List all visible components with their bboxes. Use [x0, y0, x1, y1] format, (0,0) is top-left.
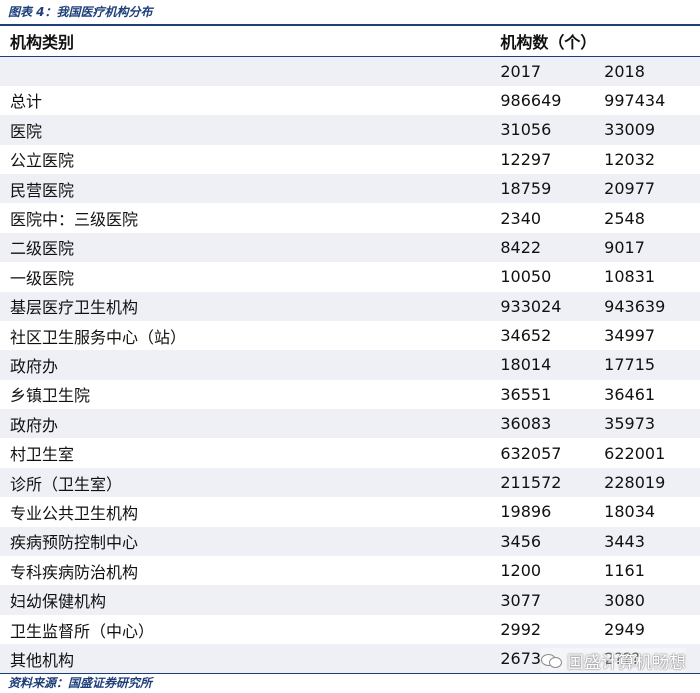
table-row: 总计 986649 997434: [0, 85, 700, 116]
row-value-2018: 35973: [598, 409, 700, 439]
row-value-2017: 3077: [496, 585, 599, 615]
row-value-2017: 3456: [496, 526, 599, 557]
row-value-2017: 34652: [496, 320, 599, 351]
table-row: 专业公共卫生机构 19896 18034: [0, 497, 700, 527]
row-label: 专科疾病防治机构: [0, 556, 497, 586]
table-row: 诊所（卫生室） 211572 228019: [0, 467, 700, 498]
row-value-2018: 3080: [598, 585, 700, 615]
year-2017: 2017: [496, 56, 599, 86]
institution-table: 机构类别 机构数（个） 2017 2018 总计 986649 997434 医院 31…: [0, 27, 700, 674]
row-value-2017: 18759: [496, 173, 599, 204]
row-value-2018: 1161: [598, 556, 700, 586]
row-value-2017: 19896: [496, 497, 599, 527]
row-value-2017: 2340: [496, 203, 599, 233]
figure-caption: 图表 4：我国医疗机构分布: [8, 5, 153, 19]
table-row: 医院 31056 33009: [0, 115, 700, 145]
row-label: 其他机构: [0, 644, 497, 674]
table-header-row: 机构类别 机构数（个）: [0, 27, 700, 57]
wechat-watermark: 国盛计算机畅想: [541, 648, 686, 673]
table-row: 二级医院 8422 9017: [0, 232, 700, 263]
row-value-2017: 12297: [496, 144, 599, 174]
row-value-2018: 33009: [598, 115, 700, 145]
row-label: 二级医院: [0, 232, 497, 263]
row-value-2017: 8422: [496, 232, 599, 263]
row-value-2018: 18034: [598, 497, 700, 527]
table-row: 乡镇卫生院 36551 36461: [0, 379, 700, 410]
row-value-2018: 228019: [598, 467, 700, 498]
row-value-2017: 2992: [496, 614, 599, 645]
row-value-2018: 34997: [598, 320, 700, 351]
row-label: 政府办: [0, 409, 497, 439]
row-label: 基层医疗卫生机构: [0, 291, 497, 321]
row-value-2017: 632057: [496, 438, 599, 468]
row-value-2017: 36083: [496, 409, 599, 439]
row-label: 妇幼保健机构: [0, 585, 497, 615]
table-row: 公立医院 12297 12032: [0, 144, 700, 174]
year-row-blank: [0, 56, 497, 86]
row-label: 社区卫生服务中心（站）: [0, 320, 497, 351]
row-value-2017: 1200: [496, 556, 599, 586]
row-label: 一级医院: [0, 262, 497, 292]
row-value-2018: 36461: [598, 379, 700, 410]
row-value-2018: 622001: [598, 438, 700, 468]
row-value-2017: 18014: [496, 350, 599, 380]
table-row: 医院中：三级医院 2340 2548: [0, 203, 700, 233]
year-row: 2017 2018: [0, 56, 700, 86]
table-row: 一级医院 10050 10831: [0, 262, 700, 292]
row-value-2017: 211572: [496, 467, 599, 498]
row-label: 诊所（卫生室）: [0, 467, 497, 498]
table-body: 2017 2018 总计 986649 997434 医院 31056 33009 公立医院…: [0, 56, 700, 674]
row-label: 疾病预防控制中心: [0, 526, 497, 557]
row-value-2018: 20977: [598, 173, 700, 204]
table-row: 民营医院 18759 20977: [0, 173, 700, 204]
row-value-2018: 2548: [598, 203, 700, 233]
table-row: 社区卫生服务中心（站） 34652 34997: [0, 320, 700, 351]
source-note: 资料来源：国盛证券研究所: [8, 676, 153, 690]
table-row: 妇幼保健机构 3077 3080: [0, 585, 700, 615]
row-value-2018: 9017: [598, 232, 700, 263]
row-value-2017: 31056: [496, 115, 599, 145]
table-row: 政府办 36083 35973: [0, 409, 700, 439]
row-value-2017: 36551: [496, 379, 599, 410]
row-value-2018: 997434: [598, 85, 700, 116]
row-value-2018: 2949: [598, 614, 700, 645]
row-label: 医院: [0, 115, 497, 145]
table-row: 基层医疗卫生机构 933024 943639: [0, 291, 700, 321]
year-2018: 2018: [598, 56, 700, 86]
row-value-2018: 10831: [598, 262, 700, 292]
row-value-2017: 10050: [496, 262, 599, 292]
row-value-2018: 12032: [598, 144, 700, 174]
table-row: 村卫生室 632057 622001: [0, 438, 700, 468]
watermark-text: 国盛计算机畅想: [567, 652, 686, 673]
row-label: 医院中：三级医院: [0, 203, 497, 233]
row-label: 总计: [0, 85, 497, 116]
table-row: 政府办 18014 17715: [0, 350, 700, 380]
row-label: 民营医院: [0, 173, 497, 204]
row-value-2018: 943639: [598, 291, 700, 321]
row-label: 乡镇卫生院: [0, 379, 497, 410]
row-label: 卫生监督所（中心）: [0, 614, 497, 645]
table-row: 专科疾病防治机构 1200 1161: [0, 556, 700, 586]
top-rule: [0, 24, 700, 26]
row-value-2017: 933024: [496, 291, 599, 321]
header-count: 机构数（个）: [496, 27, 700, 57]
table-row: 卫生监督所（中心） 2992 2949: [0, 614, 700, 645]
row-label: 公立医院: [0, 144, 497, 174]
wechat-icon: [541, 652, 563, 668]
row-value-2018: 3443: [598, 526, 700, 557]
row-value-2018: 17715: [598, 350, 700, 380]
row-value-2017: 986649: [496, 85, 599, 116]
header-category: 机构类别: [0, 27, 497, 57]
table-row: 疾病预防控制中心 3456 3443: [0, 526, 700, 557]
row-label: 政府办: [0, 350, 497, 380]
row-label: 专业公共卫生机构: [0, 497, 497, 527]
row-label: 村卫生室: [0, 438, 497, 468]
